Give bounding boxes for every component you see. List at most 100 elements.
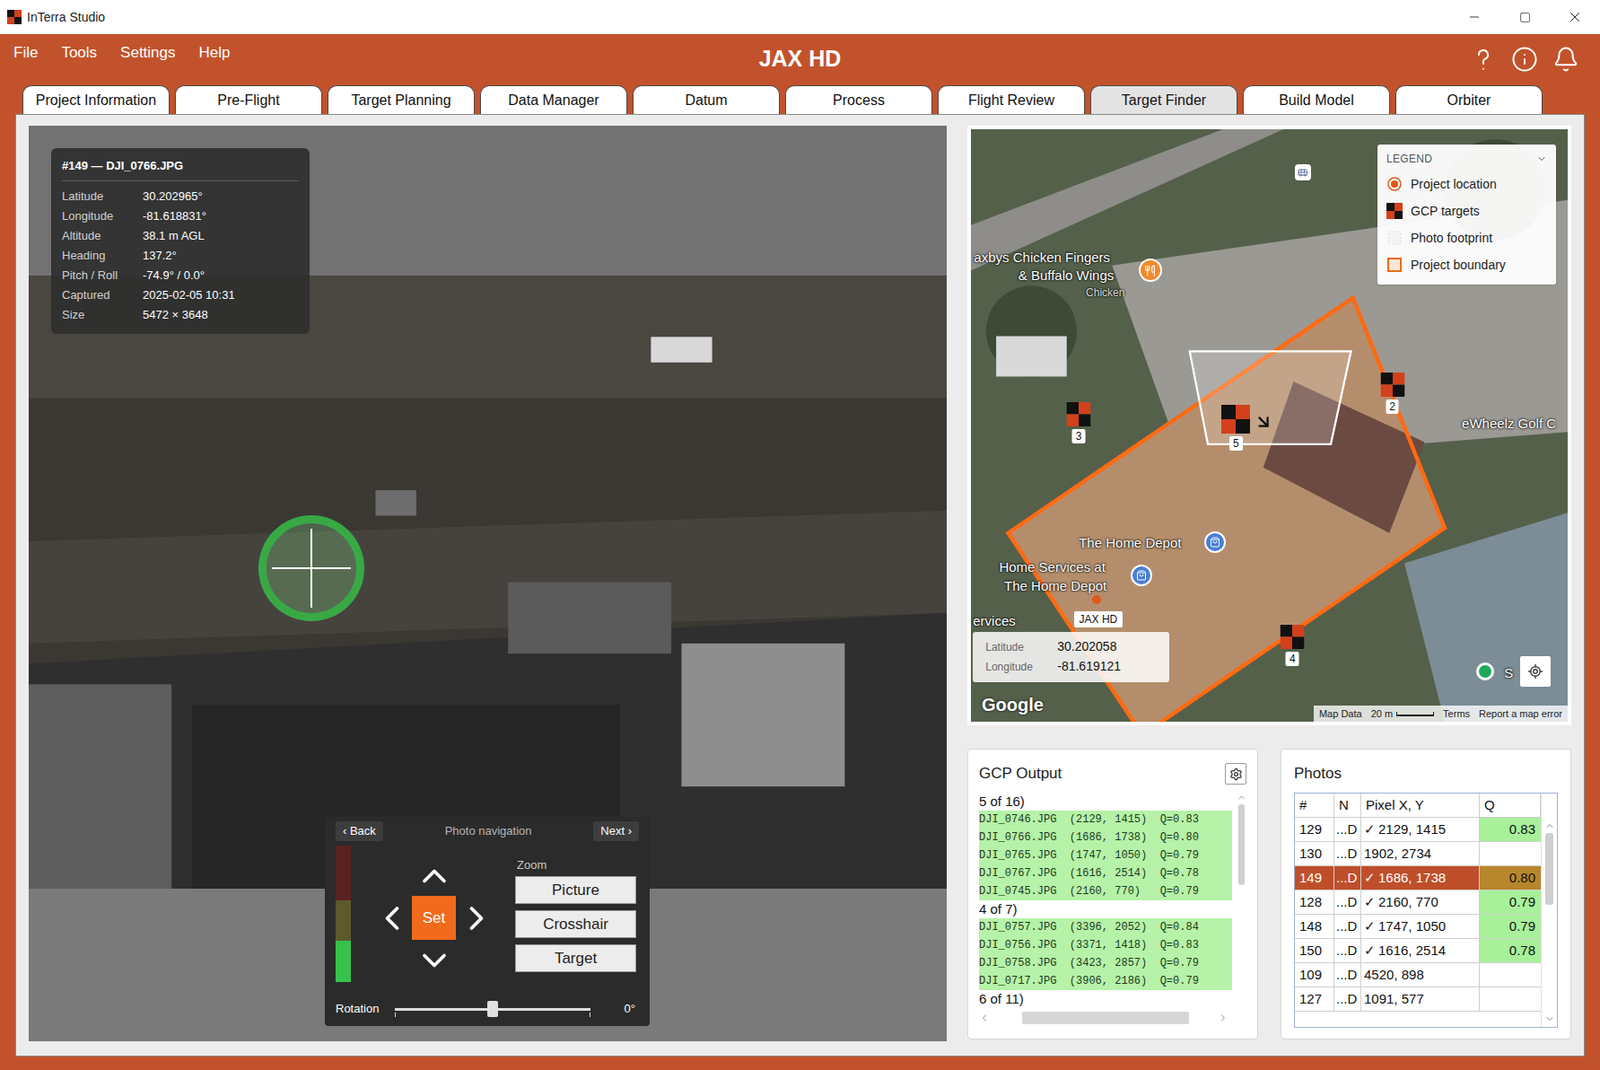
tab[interactable]: Datum xyxy=(632,85,780,114)
direction-pad: Set xyxy=(370,854,498,981)
gcp-target-label: 5 xyxy=(1229,436,1243,451)
photo-info-box: #149 — DJI_0766.JPGLatitude30.202965°Lon… xyxy=(51,148,310,334)
bus-stop-pin[interactable] xyxy=(1294,164,1312,181)
table-row[interactable]: 130...D1902, 2734 xyxy=(1294,841,1541,866)
locate-icon xyxy=(1527,663,1544,680)
scroll-down-icon[interactable] xyxy=(1544,1013,1556,1024)
table-header: #NPixel X, YQ xyxy=(1294,793,1541,818)
gcp-output-line[interactable]: DJI_0758.JPG (3423, 2857) Q=0.79 xyxy=(979,953,1233,972)
legend-item: Project boundary xyxy=(1386,251,1548,279)
scroll-up-icon[interactable] xyxy=(1236,792,1247,803)
gcp-settings-button[interactable] xyxy=(1224,762,1247,785)
maximize-button[interactable] xyxy=(1499,0,1550,35)
photo-info-row: Size5472 × 3648 xyxy=(61,305,299,325)
photo-info-row: Altitude38.1 m AGL xyxy=(61,226,299,246)
scroll-up-icon[interactable] xyxy=(1544,820,1556,831)
tab[interactable]: Target Planning xyxy=(327,85,475,114)
column-header[interactable]: # xyxy=(1294,793,1335,817)
tab[interactable]: Build Model xyxy=(1242,85,1391,114)
gcp-group-header: 6 of 11) xyxy=(979,989,1233,1008)
gcp-target-label: 4 xyxy=(1285,651,1300,666)
check-mark: ✓ xyxy=(1363,867,1376,889)
move-up-icon[interactable] xyxy=(414,856,455,896)
check-mark: ✓ xyxy=(1363,940,1376,962)
map-label: Home Services at xyxy=(998,557,1105,578)
gcp-output-line[interactable]: DJI_0757.JPG (3396, 2052) Q=0.84 xyxy=(979,918,1233,936)
scroll-left-icon[interactable] xyxy=(979,1012,990,1023)
scroll-right-icon[interactable] xyxy=(1217,1012,1229,1023)
move-right-icon[interactable] xyxy=(456,898,497,938)
gcp-target[interactable]: 2 xyxy=(1380,372,1405,414)
table-row[interactable]: 128...D✓2160, 7700.79 xyxy=(1294,890,1541,915)
map-data-link[interactable]: Map Data xyxy=(1319,706,1363,722)
gcp-output-line[interactable]: DJI_0745.JPG (2160, 770) Q=0.79 xyxy=(979,882,1233,901)
menu-item[interactable]: Help xyxy=(199,41,231,65)
gcp-output-line[interactable]: DJI_0746.JPG (2129, 1415) Q=0.83 xyxy=(979,810,1233,829)
shop-pin[interactable] xyxy=(1130,564,1153,586)
menu-item[interactable]: Tools xyxy=(61,41,97,65)
target-finder-content: #149 — DJI_0766.JPGLatitude30.202965°Lon… xyxy=(15,113,1585,1057)
notifications-icon[interactable] xyxy=(1552,45,1580,73)
close-button[interactable] xyxy=(1549,0,1600,35)
next-button[interactable]: Next › xyxy=(593,821,639,841)
gcp-output-line[interactable]: DJI_0717.JPG (3906, 2186) Q=0.79 xyxy=(979,971,1233,990)
menu-item[interactable]: File xyxy=(13,41,38,65)
locate-button[interactable] xyxy=(1520,655,1551,687)
set-button[interactable]: Set xyxy=(411,895,456,940)
tab[interactable]: Orbiter xyxy=(1395,85,1543,114)
gcp-target-icon xyxy=(1066,402,1092,427)
vertical-scrollbar[interactable] xyxy=(1540,793,1557,1027)
photo-viewer[interactable]: #149 — DJI_0766.JPGLatitude30.202965°Lon… xyxy=(28,125,947,1041)
help-icon[interactable] xyxy=(1469,45,1497,73)
gear-icon xyxy=(1229,767,1243,781)
tab[interactable]: Pre-Flight xyxy=(174,85,323,114)
rotation-slider[interactable] xyxy=(394,999,591,1018)
column-header[interactable]: Pixel X, Y xyxy=(1361,793,1480,817)
horizontal-scrollbar[interactable] xyxy=(979,1009,1247,1026)
move-down-icon[interactable] xyxy=(414,940,455,980)
info-icon[interactable] xyxy=(1511,45,1539,73)
tab[interactable]: Project Information xyxy=(22,85,170,114)
map-label: S xyxy=(1503,663,1513,684)
collapse-icon[interactable] xyxy=(1536,153,1548,165)
zoom-button[interactable]: Target xyxy=(515,944,637,972)
tab[interactable]: Process xyxy=(785,85,933,114)
table-row[interactable]: 127...D1091, 577 xyxy=(1294,987,1541,1012)
column-header[interactable]: Q xyxy=(1479,793,1541,817)
crosshair-marker[interactable] xyxy=(258,515,365,621)
map-label: axbys Chicken Fingers xyxy=(973,247,1111,269)
gcp-target[interactable]: 4 xyxy=(1280,624,1305,666)
zoom-button[interactable]: Crosshair xyxy=(515,909,637,938)
gcp-group: 6 of 11) xyxy=(979,989,1233,1008)
table-row[interactable]: 149...D✓1686, 17380.80 xyxy=(1294,865,1541,891)
project-boundary-icon xyxy=(1386,256,1403,273)
table-row[interactable]: 150...D✓1616, 25140.78 xyxy=(1294,938,1541,963)
map-panel[interactable]: axbys Chicken Fingers& Buffalo WingsChic… xyxy=(967,125,1572,726)
table-row[interactable]: 129...D✓2129, 14150.83 xyxy=(1294,817,1541,842)
app-logo-icon xyxy=(7,9,22,25)
minimize-button[interactable] xyxy=(1449,0,1500,35)
shop-pin[interactable] xyxy=(1204,531,1226,553)
back-button[interactable]: ‹ Back xyxy=(335,821,384,841)
terms-link[interactable]: Terms xyxy=(1442,706,1470,722)
tab[interactable]: Flight Review xyxy=(937,85,1085,114)
gcp-output-line[interactable]: DJI_0767.JPG (1616, 2514) Q=0.78 xyxy=(979,864,1233,883)
move-left-icon[interactable] xyxy=(372,898,412,938)
tab[interactable]: Target Finder xyxy=(1090,85,1238,114)
gcp-target[interactable]: 3 xyxy=(1066,402,1092,444)
tab[interactable]: Data Manager xyxy=(480,85,628,114)
column-header[interactable]: N xyxy=(1334,793,1362,817)
gcp-output-line[interactable]: DJI_0765.JPG (1747, 1050) Q=0.79 xyxy=(979,846,1233,865)
zoom-button[interactable]: Picture xyxy=(515,875,637,904)
gcp-target[interactable]: 5 xyxy=(1221,404,1251,451)
table-row[interactable]: 148...D✓1747, 10500.79 xyxy=(1294,914,1541,939)
gcp-output-line[interactable]: DJI_0756.JPG (3371, 1418) Q=0.83 xyxy=(979,935,1233,954)
gcp-group: 4 of 7)DJI_0757.JPG (3396, 2052) Q=0.84D… xyxy=(979,900,1233,990)
menu-item[interactable]: Settings xyxy=(120,41,175,65)
report-link[interactable]: Report a map error xyxy=(1478,706,1563,722)
gcp-output-line[interactable]: DJI_0766.JPG (1686, 1738) Q=0.80 xyxy=(979,828,1233,847)
bus-icon xyxy=(1297,166,1309,178)
vertical-scrollbar[interactable] xyxy=(1235,792,1247,1008)
table-row[interactable]: 109...D4520, 898 xyxy=(1294,962,1541,988)
app-window: InTerra StudioFileToolsSettingsHelpJAX H… xyxy=(0,0,1600,1070)
